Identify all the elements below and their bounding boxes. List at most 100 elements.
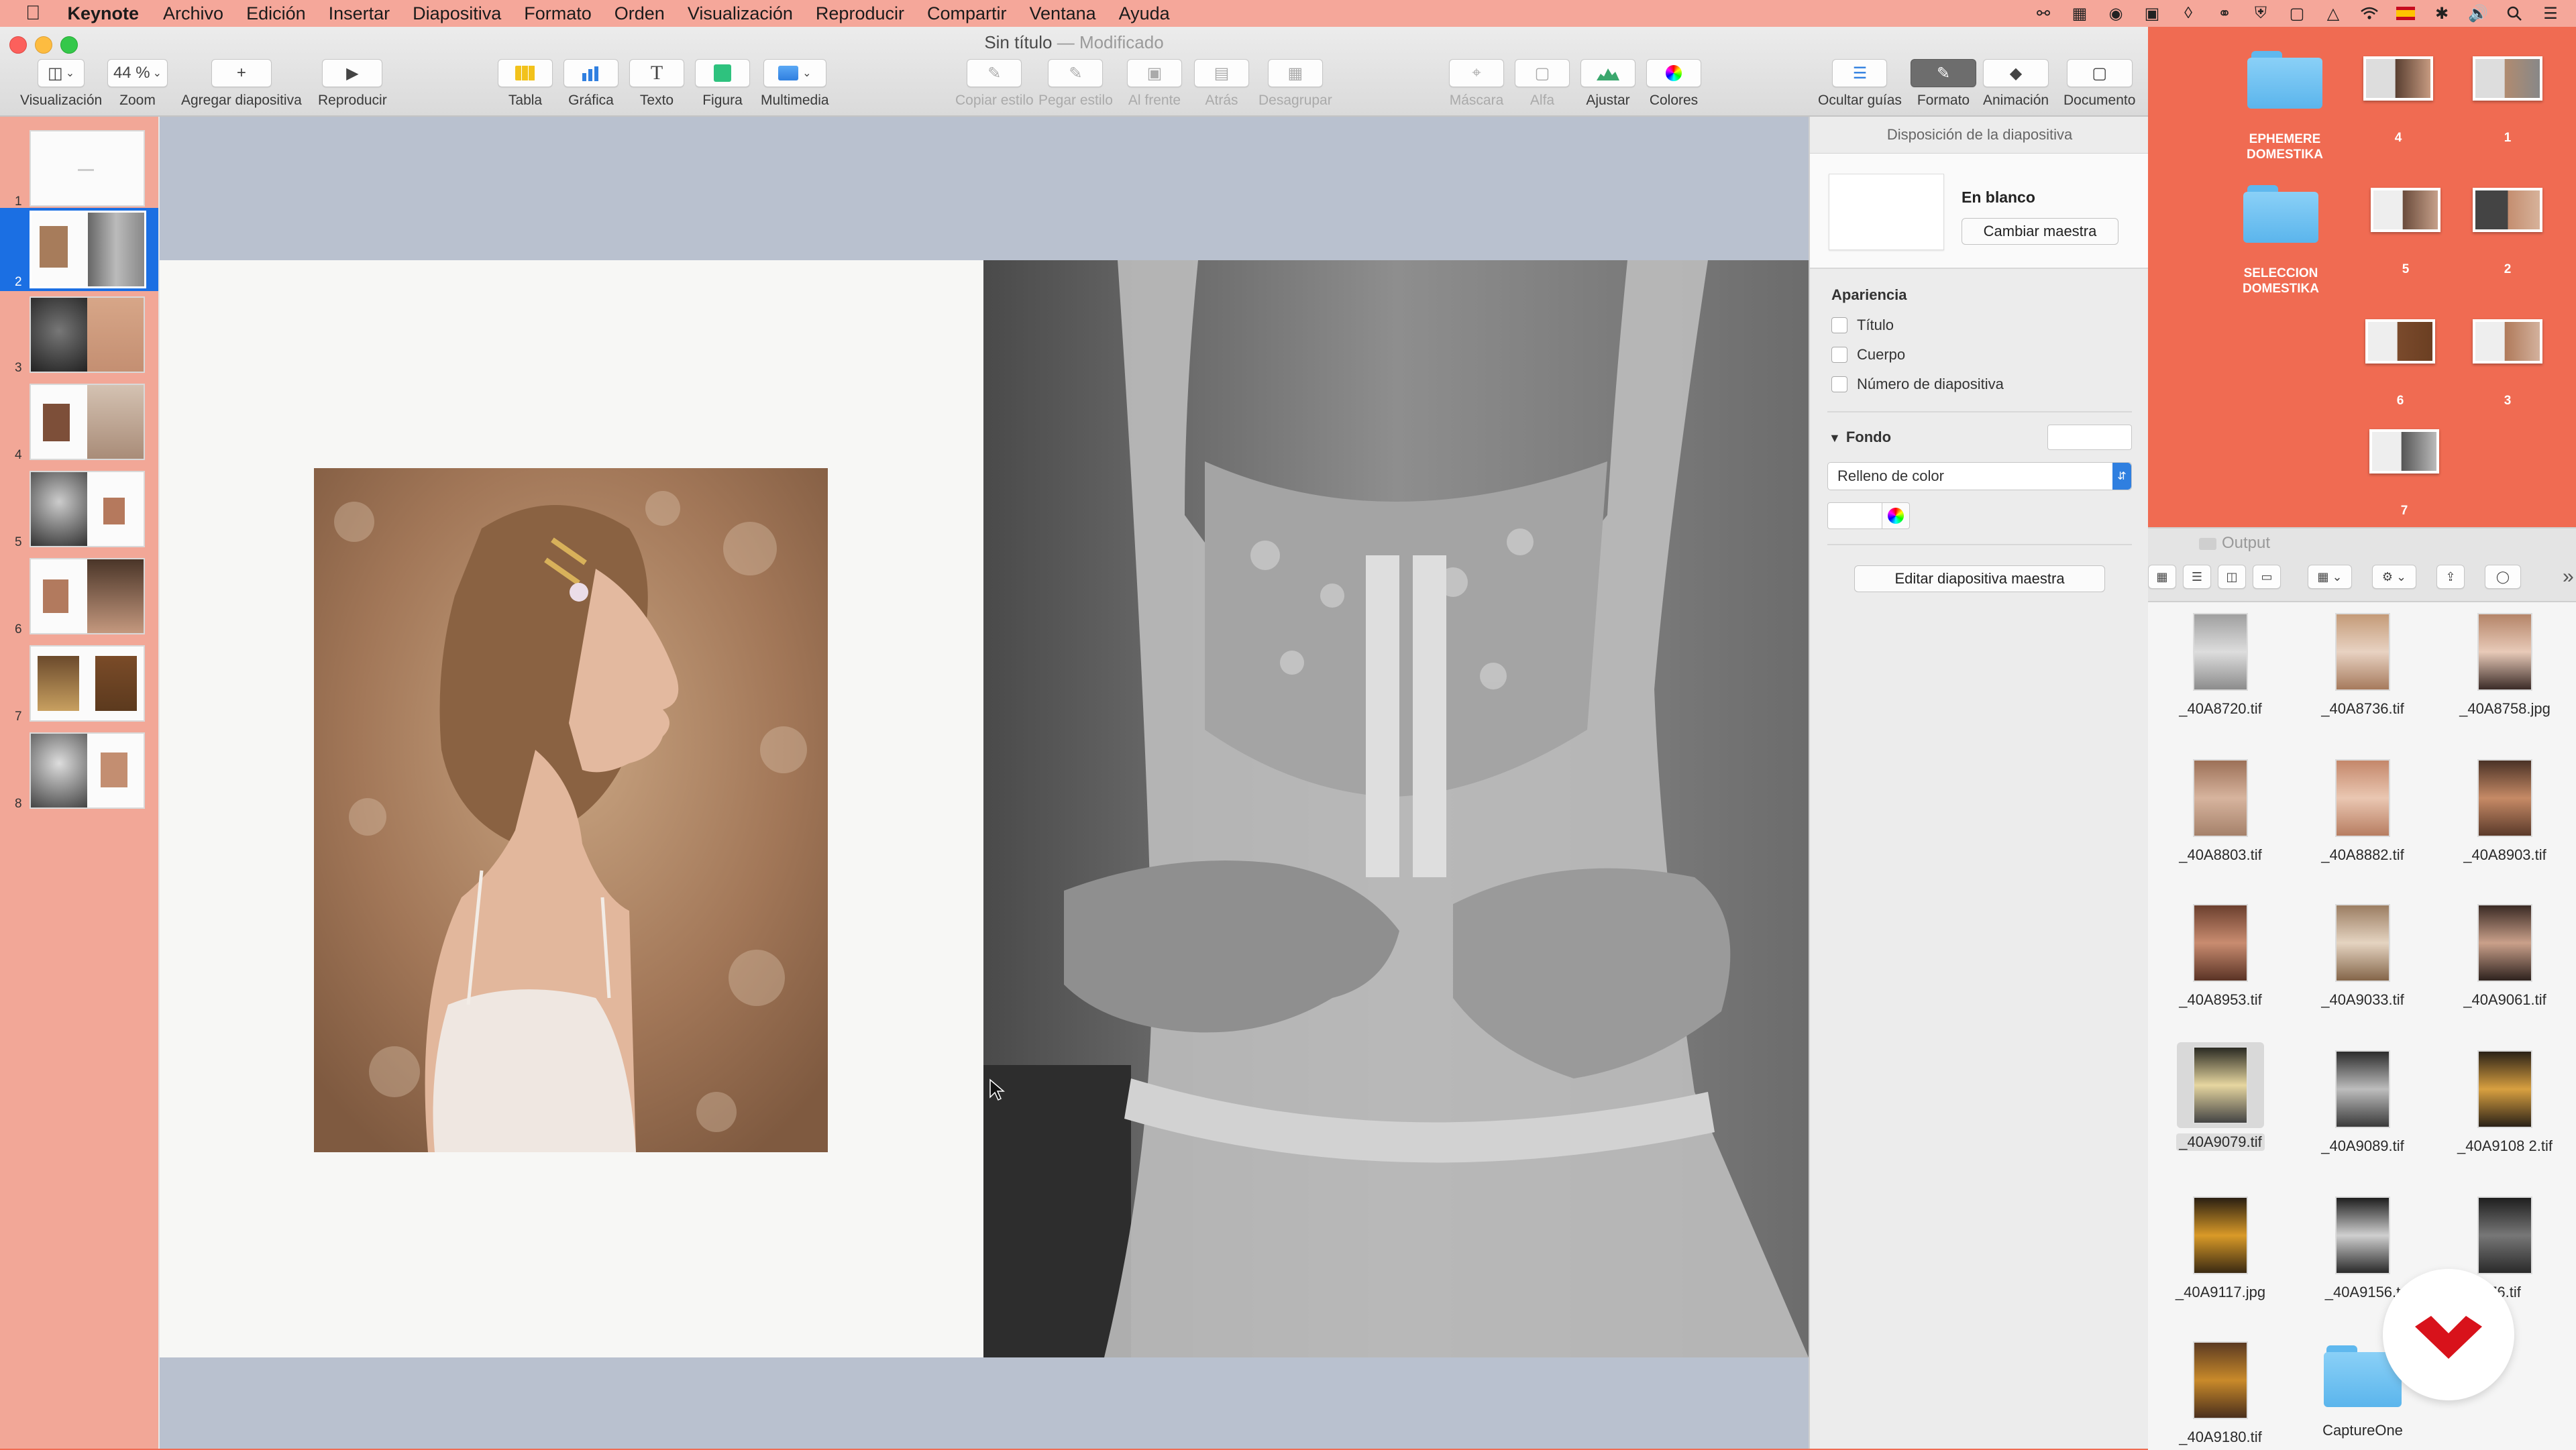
desktop-thumb-7[interactable] [2369,429,2439,473]
mask-control[interactable]: ⌖ Máscara [1449,59,1504,109]
gallery-view-button[interactable]: ▭ [2253,565,2281,589]
format-tab-button[interactable]: ✎ [1911,59,1976,87]
media-button[interactable]: ⌄ [763,59,826,87]
desktop-thumb-2[interactable] [2473,188,2542,232]
current-slide[interactable] [160,260,1809,1357]
slide-thumbnail[interactable] [30,211,146,288]
tag-button[interactable]: ◯ [2485,565,2521,589]
chart-button[interactable] [564,59,619,87]
flipboard-icon[interactable]: ▣ [2143,4,2161,23]
list-view-button[interactable]: ☰ [2183,565,2211,589]
creative-cloud-icon[interactable]: ⚯ [2034,4,2053,23]
slide-thumbnail[interactable] [30,471,145,547]
menu-edicion[interactable]: Edición [246,3,306,24]
slide-thumb-row[interactable]: 6 [0,555,158,638]
alpha-button[interactable]: ▢ [1515,59,1570,87]
folder-seleccion-label[interactable]: SELECCION DOMESTIKA [2220,266,2341,296]
adjust-button[interactable] [1580,59,1635,87]
menu-orden[interactable]: Orden [614,3,665,24]
adjust-control[interactable]: Ajustar [1580,59,1635,109]
lingerie-photo-bw[interactable] [983,260,1809,1357]
portrait-photo-color[interactable] [314,468,828,1152]
bluetooth-icon[interactable]: ✱ [2432,4,2451,23]
more-chevron-icon[interactable]: » [2563,565,2574,588]
menu-visualizacion[interactable]: Visualización [688,3,793,24]
shape-control[interactable]: Figura [695,59,750,109]
text-control[interactable]: T Texto [629,59,684,109]
menu-reproducir[interactable]: Reproducir [816,3,904,24]
mask-button[interactable]: ⌖ [1449,59,1504,87]
body-checkbox-row[interactable]: Cuerpo [1831,340,2132,370]
slide-thumbnail[interactable] [30,130,145,207]
edit-master-slide-button[interactable]: Editar diapositiva maestra [1854,565,2105,592]
shape-button[interactable] [695,59,750,87]
paste-style-button[interactable]: ✎ [1048,59,1104,87]
zoom-select[interactable]: 44 % ⌄ [107,59,168,87]
menu-ventana[interactable]: Ventana [1030,3,1096,24]
file-item[interactable]: _40A9117.jpg [2149,1196,2292,1301]
animation-control[interactable]: ◆ Animación [1983,59,2049,109]
column-view-button[interactable]: ◫ [2218,565,2246,589]
file-item[interactable]: _40A8903.tif [2434,759,2576,864]
fill-type-select[interactable]: Relleno de color ⇵ [1827,462,2132,490]
menu-compartir[interactable]: Compartir [927,3,1007,24]
menu-app-name[interactable]: Keynote [68,3,140,24]
ungroup-control[interactable]: ▦ Desagrupar [1258,59,1332,109]
desktop-thumb-1[interactable] [2473,56,2542,101]
guides-control[interactable]: ☰ Ocultar guías [1818,59,1902,109]
slide-thumb-row-selected[interactable]: 2 [0,208,158,291]
view-menu-button[interactable]: ◫ ⌄ [38,59,85,87]
file-item[interactable]: _40A8720.tif [2149,613,2292,718]
layout-preview[interactable] [1829,174,1944,250]
slide-thumb-row[interactable]: 5 [0,468,158,551]
desktop-thumb-5[interactable] [2371,188,2440,232]
file-item[interactable]: _40A8803.tif [2149,759,2292,864]
menu-diapositiva[interactable]: Diapositiva [413,3,501,24]
slide-thumb-row[interactable]: 4 [0,381,158,464]
play-control[interactable]: ▶ Reproducir [318,59,387,109]
file-item-selected[interactable]: _40A9079.tif [2149,1042,2292,1151]
ungroup-button[interactable]: ▦ [1267,59,1323,87]
format-control[interactable]: ✎ Formato [1911,59,1976,109]
file-item[interactable]: _40A9108 2.tif [2434,1050,2576,1155]
slide-thumbnail[interactable] [30,384,145,460]
menu-formato[interactable]: Formato [524,3,592,24]
menu-ayuda[interactable]: Ayuda [1119,3,1170,24]
file-item[interactable]: _40A8758.jpg [2434,613,2576,718]
text-button[interactable]: T [629,59,684,87]
apple-menu-icon[interactable]:  [25,2,41,25]
background-color-swatch[interactable] [2047,425,2132,450]
view-control[interactable]: ◫ ⌄ Visualización [20,59,102,109]
add-slide-control[interactable]: + Agregar diapositiva [181,59,302,109]
action-gear-button[interactable]: ⚙ ⌄ [2372,565,2416,589]
wifi-icon[interactable] [2360,4,2379,23]
title-checkbox[interactable] [1831,317,1847,333]
hide-guides-button[interactable]: ☰ [1832,59,1888,87]
paste-style-control[interactable]: ✎ Pegar estilo [1038,59,1113,109]
front-control[interactable]: ▣ Al frente [1127,59,1182,109]
slide-thumbnail[interactable] [30,732,145,809]
shield-icon[interactable]: ⛨ [2251,4,2270,23]
file-item[interactable]: _40A9061.tif [2434,904,2576,1009]
folder-ephemere-label[interactable]: EPHEMERE DOMESTIKA [2224,131,2345,162]
copy-style-button[interactable]: ✎ [967,59,1022,87]
table-button[interactable] [498,59,553,87]
key-icon[interactable]: ⚭ [2215,4,2234,23]
file-item[interactable]: _40A8736.tif [2292,613,2434,718]
slide-thumb-row[interactable]: 1 [0,127,158,211]
color-wheel-button[interactable] [1882,502,1910,529]
alpha-control[interactable]: ▢ Alfa [1515,59,1570,109]
change-master-button[interactable]: Cambiar maestra [1962,218,2118,245]
cast-icon[interactable]: ▢ [2288,4,2306,23]
table-control[interactable]: Tabla [498,59,553,109]
folder-ephemere-icon[interactable] [2247,51,2322,109]
slide-thumb-row[interactable]: 7 [0,643,158,726]
document-tab-button[interactable]: ▢ [2066,59,2133,87]
colors-control[interactable]: Colores [1646,59,1701,109]
folder-seleccion-icon[interactable] [2243,185,2318,243]
color-well[interactable] [1827,502,1882,529]
cc-icon[interactable]: ◉ [2106,4,2125,23]
volume-icon[interactable]: 🔊 [2468,4,2488,23]
bring-front-button[interactable]: ▣ [1127,59,1182,87]
desktop-thumb-4[interactable] [2363,56,2433,101]
